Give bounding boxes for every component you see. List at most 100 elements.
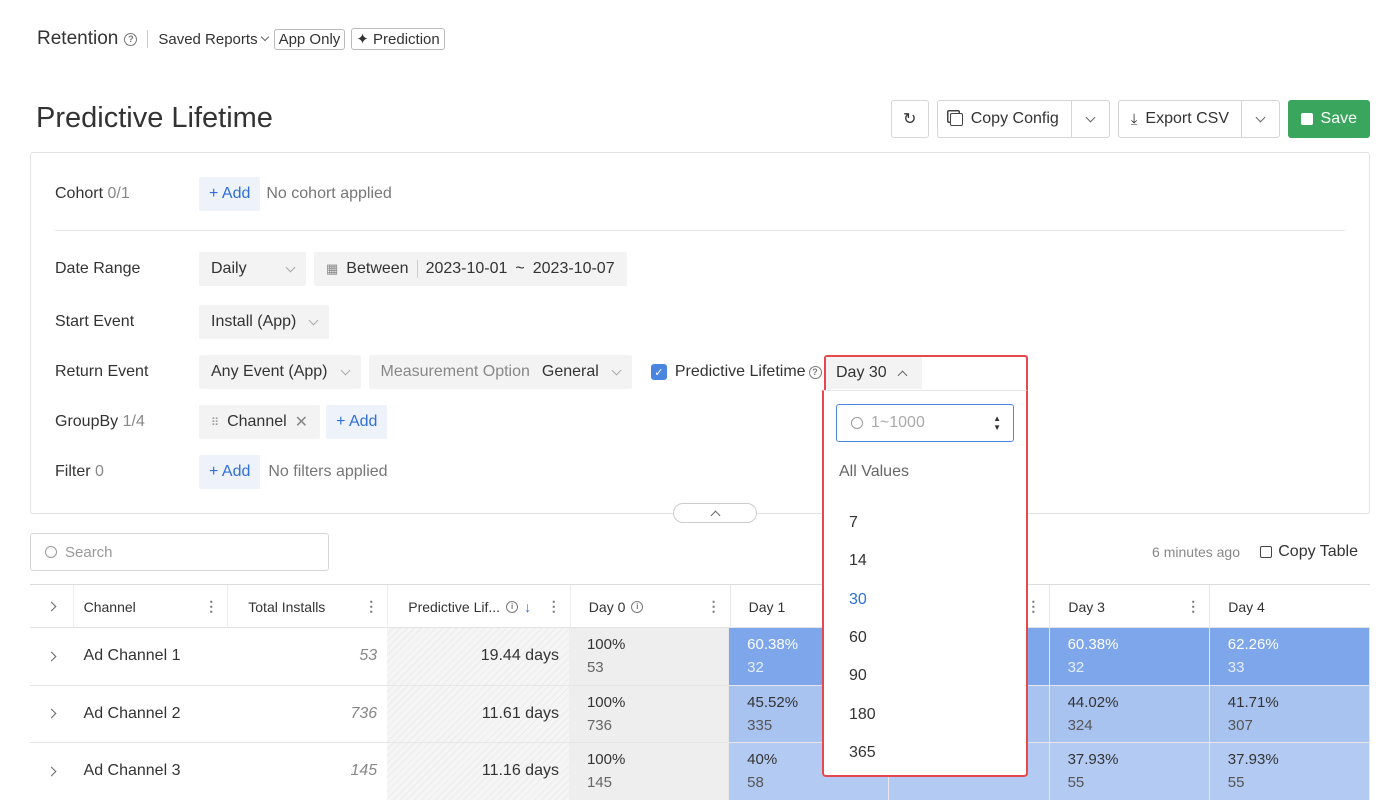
config-panel: Cohort 0/1 + Add No cohort applied Date … — [30, 152, 1370, 523]
chevron-down-icon — [1255, 112, 1266, 122]
add-cohort-button[interactable]: + Add — [199, 177, 261, 211]
day-option[interactable]: 90 — [849, 657, 876, 695]
help-icon[interactable]: ? — [124, 32, 138, 46]
retention-cell: 44.02% 324 — [1049, 685, 1210, 742]
return-event-row: Return Event Any Event (App) Measurement… — [55, 354, 822, 390]
copy-config-menu-button[interactable] — [1071, 100, 1110, 138]
date-start: 2023-10-01 — [425, 260, 508, 277]
column-header-day4[interactable]: Day 4 — [1210, 585, 1370, 628]
predictive-lifetime-checkbox[interactable]: ✓ — [650, 364, 667, 380]
copy-config-group: Copy Config — [936, 100, 1110, 138]
drag-handle-icon[interactable]: ⠿ — [211, 416, 219, 429]
divider — [55, 230, 1345, 231]
export-csv-menu-button[interactable] — [1242, 100, 1280, 138]
day-select-value: Day 30 — [836, 364, 887, 381]
date-range-picker[interactable]: ▦ Between 2023-10-01 ~ 2023-10-07 — [314, 252, 627, 286]
close-icon[interactable]: ✕ — [295, 412, 308, 432]
saved-reports-label: Saved Reports — [158, 30, 258, 48]
column-header-day3[interactable]: Day 3 ⋮ — [1050, 585, 1211, 628]
table-header: Channel ⋮ Total Installs ⋮ Predictive Lif.… — [30, 585, 1370, 628]
divider — [147, 30, 149, 48]
chevron-right-icon — [46, 601, 57, 612]
day-option[interactable]: 7 — [849, 504, 876, 542]
column-menu-icon[interactable]: ⋮ — [204, 598, 218, 615]
copy-icon — [1260, 546, 1273, 558]
export-csv-button[interactable]: ⤓ Export CSV — [1117, 100, 1242, 138]
save-button[interactable]: Save — [1288, 100, 1370, 138]
day-option[interactable]: 365 — [849, 734, 876, 772]
channel-cell: Ad Channel 2 — [83, 704, 181, 722]
download-icon: ⤓ — [1130, 110, 1138, 128]
add-filter-button[interactable]: + Add — [199, 455, 261, 489]
date-range-row: Date Range Daily ▦ Between 2023-10-01 ~ … — [55, 251, 627, 287]
table-row[interactable]: Ad Channel 1 53 19.44 days 100% 53 60.38%… — [30, 628, 1370, 686]
column-header-predictive[interactable]: Predictive Lif... i ↓ ⋮ — [388, 585, 571, 628]
chevron-right-icon — [46, 766, 57, 777]
start-event-row: Start Event Install (App) — [55, 304, 330, 340]
granularity-select[interactable]: Daily — [199, 252, 306, 286]
predictive-lifetime-cell: 11.61 days — [387, 685, 569, 742]
column-menu-icon[interactable]: ⋮ — [364, 598, 378, 615]
day-option[interactable]: 14 — [849, 542, 876, 580]
measurement-option-value: General — [541, 363, 599, 380]
day-search-input[interactable]: 1~1000 ▲ ▼ — [836, 404, 1014, 442]
column-header-day0[interactable]: Day 0 i ⋮ — [571, 585, 731, 628]
refresh-button[interactable]: ↻ — [890, 100, 929, 138]
retention-cell: 37.93% 55 — [1209, 743, 1370, 800]
table-row[interactable]: Ad Channel 2 736 11.61 days 100% 736 45.5… — [30, 685, 1370, 743]
groupby-chip-label: Channel — [227, 413, 287, 430]
expand-row-button[interactable] — [30, 628, 74, 685]
divider — [416, 260, 418, 278]
copy-table-button[interactable]: Copy Table — [1260, 543, 1358, 561]
save-icon — [1301, 113, 1313, 125]
table-row[interactable]: Ad Channel 3 145 11.16 days 100% 145 40% 5… — [30, 743, 1370, 800]
collapse-panel-button[interactable] — [673, 503, 757, 523]
column-menu-icon[interactable]: ⋮ — [1026, 598, 1040, 615]
column-menu-icon[interactable]: ⋮ — [1186, 598, 1200, 615]
help-icon[interactable]: ? — [808, 365, 822, 379]
granularity-value: Daily — [211, 260, 247, 277]
day-option[interactable]: 180 — [849, 695, 876, 733]
sort-desc-icon[interactable]: ↓ — [524, 599, 531, 615]
day-option-selected[interactable]: 30 — [849, 581, 876, 619]
table-search-input[interactable]: Search — [30, 533, 329, 571]
column-header-total-installs[interactable]: Total Installs ⋮ — [228, 585, 389, 628]
channel-cell: Ad Channel 1 — [83, 647, 181, 665]
expand-row-button[interactable] — [30, 686, 74, 743]
date-end: 2023-10-07 — [532, 260, 615, 277]
table-search-placeholder: Search — [65, 543, 113, 561]
return-event-value: Any Event (App) — [211, 363, 328, 380]
filter-empty-text: No filters applied — [268, 463, 388, 480]
chevron-down-icon — [1085, 112, 1096, 122]
chevron-down-icon — [285, 262, 296, 272]
copy-config-button[interactable]: Copy Config — [936, 100, 1072, 138]
retention-table: Channel ⋮ Total Installs ⋮ Predictive Lif.… — [30, 584, 1370, 800]
chevron-down-icon — [611, 365, 622, 375]
groupby-chip-channel[interactable]: ⠿ Channel ✕ — [199, 405, 321, 439]
column-header-channel[interactable]: Channel ⋮ — [74, 585, 229, 628]
app-only-toggle[interactable]: App Only — [273, 28, 346, 50]
expand-row-button[interactable] — [30, 743, 74, 800]
add-groupby-button[interactable]: + Add — [326, 405, 388, 439]
saved-reports-dropdown[interactable]: Saved Reports — [158, 30, 269, 48]
page-title: Predictive Lifetime — [36, 102, 273, 134]
action-toolbar: ↻ Copy Config ⤓ Export CSV Save — [890, 100, 1370, 138]
start-event-select[interactable]: Install (App) — [199, 305, 330, 339]
number-stepper-icon[interactable]: ▲ ▼ — [993, 414, 1001, 432]
column-menu-icon[interactable]: ⋮ — [707, 598, 721, 615]
filter-label: Filter 0 — [55, 463, 104, 480]
prediction-toggle[interactable]: ✦ Prediction — [351, 28, 445, 50]
measurement-option-select[interactable]: Measurement Option General — [368, 355, 632, 389]
chevron-up-icon — [710, 510, 720, 520]
day-option[interactable]: 60 — [849, 619, 876, 657]
retention-cell: 60.38% 32 — [1049, 628, 1210, 685]
return-event-select[interactable]: Any Event (App) — [199, 355, 361, 389]
column-menu-icon[interactable]: ⋮ — [547, 598, 561, 615]
expand-all-button[interactable] — [30, 585, 74, 628]
retention-cell: 37.93% 55 — [1049, 743, 1210, 800]
top-bar: Retention ? Saved Reports App Only ✦ Pre… — [37, 27, 445, 51]
all-values-label: All Values — [839, 463, 909, 480]
export-csv-group: ⤓ Export CSV — [1117, 100, 1280, 138]
day-select-trigger[interactable]: Day 30 — [824, 355, 1028, 391]
copy-config-label: Copy Config — [970, 110, 1059, 127]
